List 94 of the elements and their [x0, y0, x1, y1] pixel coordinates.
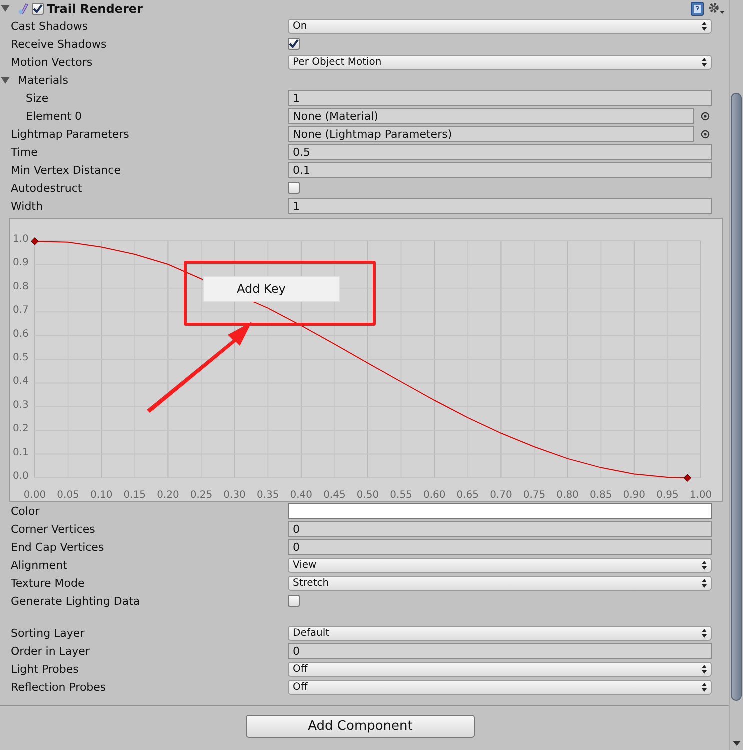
- scrollbar[interactable]: [729, 0, 743, 750]
- updown-arrow-icon: [702, 22, 707, 30]
- property-label: Corner Vertices: [10, 522, 96, 536]
- dropdown[interactable]: Off: [288, 662, 712, 676]
- property-label: Sorting Layer: [10, 626, 86, 640]
- expanded-arrow-icon[interactable]: [1, 76, 10, 84]
- property-label: Lightmap Parameters: [10, 128, 130, 140]
- axis-tick-label: 0.5: [13, 352, 29, 364]
- axis-tick-label: 0.85: [590, 490, 612, 501]
- axis-tick-label: 0.35: [256, 490, 280, 501]
- axis-tick-label: 0.6: [13, 328, 29, 340]
- checkbox[interactable]: [288, 595, 300, 607]
- color-field[interactable]: [288, 503, 712, 519]
- dropdown[interactable]: Stretch: [288, 576, 712, 590]
- scroll-down-icon[interactable]: [732, 741, 740, 746]
- property-label: Motion Vectors: [10, 56, 94, 68]
- axis-tick-label: 1.0: [13, 234, 29, 245]
- axis-tick-label: 0.3: [13, 400, 29, 411]
- axis-tick-label: 0.00: [24, 490, 46, 501]
- axis-tick-label: 0.50: [356, 490, 380, 501]
- axis-tick-label: 0.0: [13, 471, 29, 482]
- axis-tick-label: 0.70: [490, 490, 512, 501]
- dropdown[interactable]: View: [288, 558, 712, 572]
- dropdown[interactable]: Off: [288, 680, 712, 694]
- axis-tick-label: 0.05: [57, 490, 80, 501]
- updown-arrow-icon: [702, 664, 707, 674]
- text-field[interactable]: 1: [288, 90, 712, 106]
- axis-tick-label: 0.9: [13, 258, 29, 269]
- axis-tick-label: 0.10: [90, 490, 113, 501]
- help-icon[interactable]: [691, 2, 704, 16]
- axis-tick-label: 0.65: [456, 490, 480, 501]
- axis-tick-label: 1.00: [690, 490, 712, 501]
- property-label: Order in Layer: [10, 644, 91, 658]
- axis-tick-label: 0.20: [157, 490, 180, 501]
- checkbox[interactable]: [32, 2, 44, 14]
- axis-tick-label: 0.15: [124, 490, 146, 501]
- curve-key-marker[interactable]: [31, 238, 39, 246]
- axis-tick-label: 0.2: [13, 424, 29, 435]
- settings-icon[interactable]: [708, 2, 725, 15]
- property-label: Receive Shadows: [10, 38, 108, 50]
- text-field[interactable]: 0.1: [288, 162, 712, 178]
- axis-tick-label: 0.80: [556, 490, 579, 501]
- axis-tick-label: 0.7: [13, 305, 29, 316]
- menu-item[interactable]: Add Key: [204, 282, 286, 296]
- axis-tick-label: 0.4: [13, 376, 29, 388]
- property-label: Min Vertex Distance: [10, 164, 122, 176]
- axis-tick-label: 0.8: [13, 281, 29, 292]
- component-title: Trail Renderer: [47, 2, 144, 16]
- updown-arrow-icon: [702, 58, 707, 66]
- axis-tick-label: 0.60: [423, 490, 446, 501]
- property-label: Alignment: [10, 558, 68, 572]
- checkbox[interactable]: [288, 182, 300, 194]
- text-field[interactable]: 0: [288, 539, 712, 555]
- property-label: Size: [25, 92, 50, 104]
- property-label: Color: [10, 504, 41, 518]
- checkbox[interactable]: [288, 38, 300, 50]
- axis-tick-label: 0.40: [290, 490, 313, 501]
- updown-arrow-icon: [702, 628, 707, 638]
- property-label: Time: [10, 146, 39, 158]
- expanded-arrow-icon[interactable]: [1, 4, 10, 13]
- axis-tick-label: 0.75: [523, 490, 546, 501]
- dropdown[interactable]: On: [288, 18, 712, 34]
- axis-tick-label: 0.95: [656, 490, 679, 501]
- property-label: Reflection Probes: [10, 680, 108, 694]
- script-icon: [18, 2, 29, 15]
- property-label: Texture Mode: [10, 576, 86, 590]
- axis-tick-label: 0.55: [390, 490, 412, 501]
- text-field[interactable]: 0: [288, 643, 712, 659]
- axis-tick-label: 0.30: [224, 490, 246, 501]
- text-field[interactable]: 0.5: [288, 144, 712, 160]
- object-field[interactable]: None (Lightmap Parameters): [288, 126, 694, 142]
- dropdown[interactable]: Default: [288, 626, 712, 640]
- scrollbar-thumb[interactable]: [731, 93, 742, 701]
- add-component-button[interactable]: Add Component: [246, 715, 475, 738]
- updown-arrow-icon: [702, 578, 707, 588]
- property-label: End Cap Vertices: [10, 540, 106, 554]
- axis-tick-label: 0.25: [190, 490, 213, 501]
- property-label: Element 0: [25, 110, 84, 122]
- axis-tick-label: 0.1: [13, 447, 29, 458]
- axis-tick-label: 0.90: [623, 490, 646, 501]
- curve-key-marker[interactable]: [684, 474, 692, 482]
- property-label: Light Probes: [10, 662, 80, 676]
- text-field[interactable]: 1: [288, 198, 712, 214]
- object-field[interactable]: None (Material): [288, 108, 694, 124]
- axis-tick-label: 0.45: [324, 490, 346, 501]
- dropdown[interactable]: Per Object Motion: [288, 54, 712, 70]
- foldout-label[interactable]: Materials: [18, 74, 68, 86]
- property-label: Width: [10, 200, 44, 212]
- property-label: Generate Lighting Data: [10, 594, 142, 608]
- text-field[interactable]: 0: [288, 521, 712, 537]
- property-label: Cast Shadows: [10, 20, 90, 32]
- updown-arrow-icon: [702, 682, 707, 692]
- property-label: Autodestruct: [10, 182, 84, 194]
- updown-arrow-icon: [702, 560, 707, 570]
